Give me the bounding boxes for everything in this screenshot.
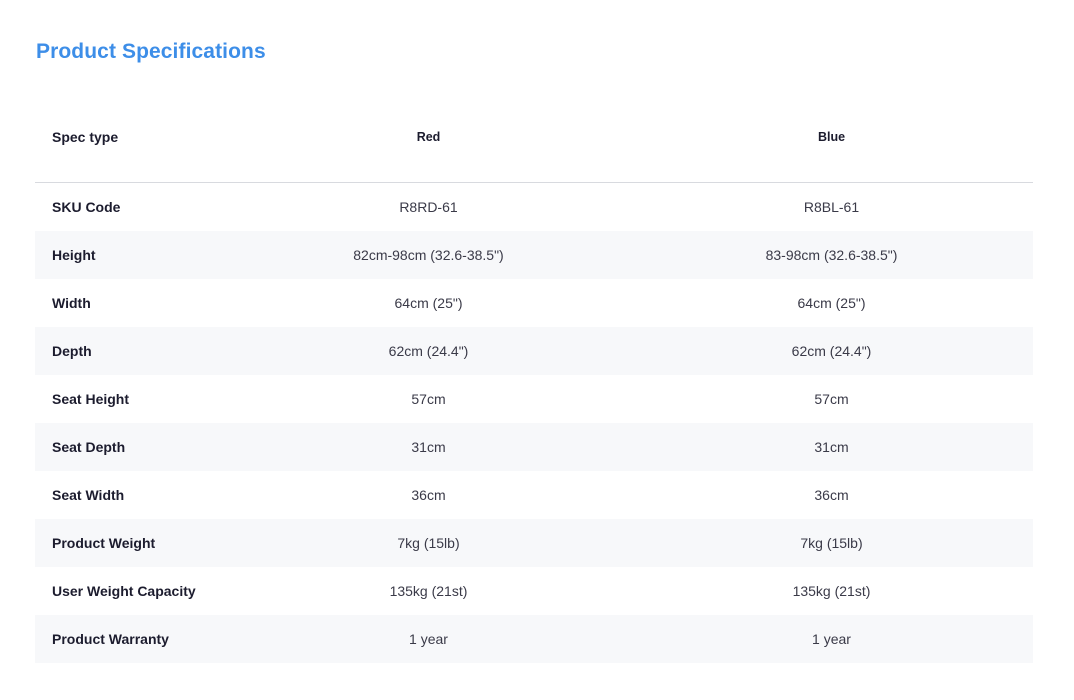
blue-value: 36cm [814,487,849,503]
blue-value: R8BL-61 [803,199,860,215]
table-row: Product Warranty 1 year 1 year [35,615,1033,663]
blue-value: 62cm (24.4") [630,327,1033,375]
header-blue: Blue [630,91,1033,183]
spec-label: Height [35,231,227,279]
red-value: 57cm [411,391,446,407]
table-row: Width 64cm (25") 64cm (25") [35,279,1033,327]
blue-value: 83-98cm (32.6-38.5") [630,231,1033,279]
spec-label: Depth [35,327,227,375]
table-row: Seat Depth 31cm 31cm [35,423,1033,471]
spec-label: Product Weight [35,519,227,567]
blue-value: 135kg (21st) [792,583,871,599]
spec-label: Seat Depth [35,423,227,471]
table-row: Seat Height 57cm 57cm [35,375,1033,423]
red-value: 31cm [227,423,630,471]
blue-value: 7kg (15lb) [630,519,1033,567]
blue-value: 57cm [814,391,849,407]
red-value: 1 year [227,615,630,663]
table-row: Product Weight 7kg (15lb) 7kg (15lb) [35,519,1033,567]
spec-table: Spec type Red Blue SKU Code R8RD-61 R8BL… [35,91,1033,663]
page-title: Product Specifications [36,40,266,63]
spec-label: User Weight Capacity [52,583,196,599]
blue-value: 64cm (25") [797,295,866,311]
header-red: Red [227,91,630,183]
header-spec-type: Spec type [35,91,227,183]
red-value: 135kg (21st) [389,583,468,599]
red-value: 36cm [411,487,446,503]
blue-value: 1 year [630,615,1033,663]
spec-label: Seat Height [52,391,130,407]
red-value: 64cm (25") [394,295,463,311]
red-value: 7kg (15lb) [227,519,630,567]
blue-value: 31cm [630,423,1033,471]
table-body: SKU Code R8RD-61 R8BL-61 Height 82cm-98c… [35,183,1033,663]
table-row: Seat Width 36cm 36cm [35,471,1033,519]
red-value: R8RD-61 [399,199,458,215]
red-value: 62cm (24.4") [227,327,630,375]
table-row: Height 82cm-98cm (32.6-38.5") 83-98cm (3… [35,231,1033,279]
header-row: Spec type Red Blue [35,91,1033,183]
spec-label: Width [52,295,91,311]
table-row: Depth 62cm (24.4") 62cm (24.4") [35,327,1033,375]
spec-label: Product Warranty [35,615,227,663]
red-value: 82cm-98cm (32.6-38.5") [227,231,630,279]
table-header: Spec type Red Blue [35,91,1033,183]
table-row: SKU Code R8RD-61 R8BL-61 [35,183,1033,232]
spec-label: SKU Code [52,199,121,215]
spec-label: Seat Width [52,487,125,503]
table-row: User Weight Capacity 135kg (21st) 135kg … [35,567,1033,615]
